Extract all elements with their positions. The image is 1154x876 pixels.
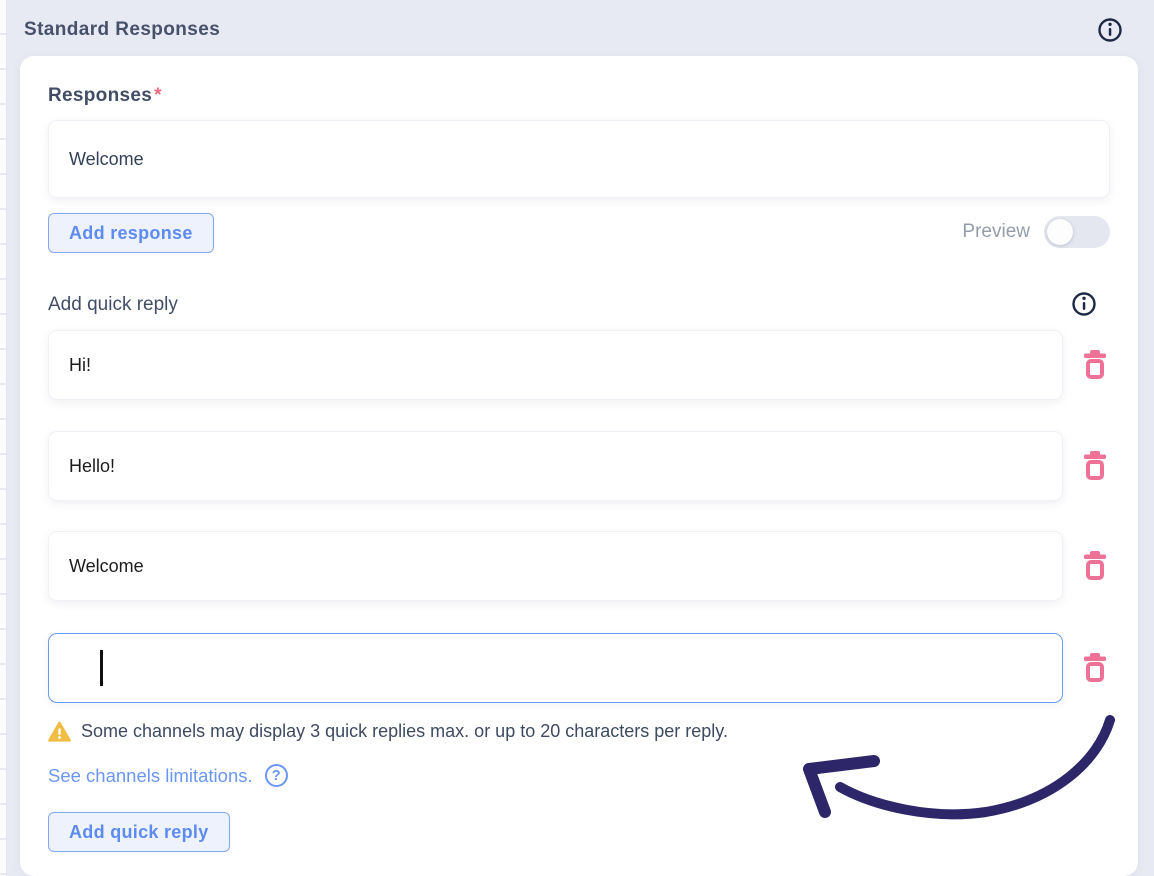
quick-reply-row (48, 531, 1110, 601)
trash-icon (1081, 449, 1109, 484)
preview-label: Preview (962, 221, 1030, 242)
info-icon (1097, 17, 1123, 46)
standard-responses-panel: Standard Responses Responses* Add respon… (0, 0, 1154, 876)
trash-icon (1081, 651, 1109, 686)
section-info-icon[interactable] (1097, 17, 1123, 46)
quick-reply-input-wrap (48, 633, 1063, 703)
quick-reply-input-wrap (48, 330, 1063, 400)
delete-quick-reply-button[interactable] (1080, 449, 1110, 483)
warning-text: Some channels may display 3 quick replie… (81, 721, 728, 741)
channels-limitations-row: See channels limitations. ? (48, 764, 288, 787)
trash-icon (1081, 549, 1109, 584)
add-response-button[interactable]: Add response (48, 213, 214, 253)
channels-limitations-link[interactable]: See channels limitations. (48, 765, 253, 787)
quick-reply-input-wrap (48, 431, 1063, 501)
text-cursor (100, 650, 103, 686)
question-circle-icon[interactable]: ? (264, 764, 288, 787)
delete-quick-reply-button[interactable] (1080, 348, 1110, 382)
trash-icon (1081, 348, 1109, 383)
warning-triangle-icon (48, 721, 71, 742)
toggle-knob (1047, 219, 1073, 245)
quick-reply-row (48, 431, 1110, 501)
quick-reply-input[interactable] (48, 531, 1063, 601)
responses-label: Responses * (48, 85, 162, 107)
quick-reply-input-wrap (48, 531, 1063, 601)
quick-reply-input[interactable] (48, 431, 1063, 501)
info-icon (1071, 291, 1097, 320)
required-marker: * (154, 85, 162, 106)
background-panel-edge (0, 0, 7, 876)
quick-reply-row-focused (48, 633, 1110, 703)
warning-message: Some channels may display 3 quick replie… (48, 721, 728, 742)
quick-reply-info-icon[interactable] (1071, 291, 1097, 320)
response-input[interactable] (48, 120, 1110, 198)
delete-quick-reply-button[interactable] (1080, 651, 1110, 685)
responses-label-text: Responses (48, 85, 153, 106)
quick-reply-input[interactable] (48, 330, 1063, 400)
preview-toggle[interactable] (1044, 216, 1110, 248)
quick-reply-row (48, 330, 1110, 400)
quick-reply-label: Add quick reply (48, 294, 178, 315)
page-title: Standard Responses (24, 19, 221, 40)
quick-reply-input-empty-focused[interactable] (48, 633, 1063, 703)
preview-control: Preview (962, 214, 1110, 250)
add-quick-reply-button[interactable]: Add quick reply (48, 812, 230, 852)
delete-quick-reply-button[interactable] (1080, 549, 1110, 583)
standard-responses-card: Responses* Add response Preview Add quic… (20, 56, 1138, 876)
